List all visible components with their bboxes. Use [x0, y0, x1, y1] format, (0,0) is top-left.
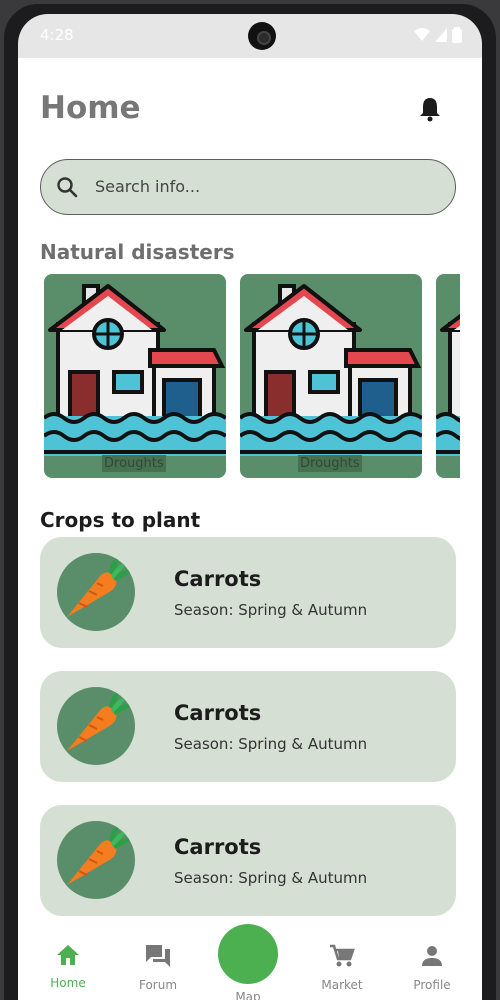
home-icon: [57, 945, 79, 965]
bell-icon[interactable]: [418, 96, 442, 122]
battery-icon: [452, 27, 462, 43]
crop-season: Season: Spring & Autumn: [174, 601, 368, 619]
flood-house-image: [44, 278, 226, 460]
crop-name: Carrots: [174, 835, 262, 859]
map-button[interactable]: [218, 924, 278, 984]
flood-house-image: [240, 278, 422, 460]
search-input[interactable]: Search info...: [95, 177, 200, 196]
disaster-carousel[interactable]: Droughts Droughts: [40, 274, 460, 478]
nav-item-home[interactable]: Home: [38, 944, 98, 990]
search-bar[interactable]: Search info...: [40, 159, 456, 215]
crop-card[interactable]: Carrots Season: Spring & Autumn: [40, 537, 456, 648]
carrot-icon: [57, 821, 135, 899]
nav-label: Market: [321, 978, 363, 992]
disaster-label: Droughts: [298, 455, 362, 472]
camera-cutout: [248, 22, 276, 50]
crop-season: Season: Spring & Autumn: [174, 735, 368, 753]
crop-card[interactable]: Carrots Season: Spring & Autumn: [40, 805, 456, 916]
status-time: 4:28: [40, 26, 74, 44]
cart-icon: [330, 944, 355, 967]
crop-name: Carrots: [174, 701, 262, 725]
section-title-crops: Crops to plant: [40, 508, 201, 532]
page-title: Home: [40, 90, 141, 126]
person-icon: [422, 946, 442, 966]
section-title-natural-disasters: Natural disasters: [40, 240, 235, 264]
nav-label: Forum: [138, 978, 178, 992]
nav-item-profile[interactable]: Profile: [402, 944, 462, 992]
carrot-icon: [57, 553, 135, 631]
flood-house-image: [436, 278, 460, 460]
disaster-label: Droughts: [102, 455, 166, 472]
search-icon: [57, 177, 78, 198]
status-icons: [414, 27, 462, 43]
nav-label: Home: [50, 976, 86, 990]
bottom-nav: Home Forum Map Market Profile: [18, 924, 482, 1000]
crop-name: Carrots: [174, 567, 262, 591]
disaster-card[interactable]: Droughts: [44, 274, 226, 478]
nav-label: Profile: [413, 978, 451, 992]
crop-season: Season: Spring & Autumn: [174, 869, 368, 887]
nav-item-market[interactable]: Market: [312, 944, 372, 992]
status-bar: 4:28: [18, 14, 482, 58]
forum-icon: [146, 945, 170, 967]
wifi-icon: [414, 28, 430, 41]
disaster-card-partial[interactable]: [436, 274, 460, 478]
nav-item-forum[interactable]: Forum: [128, 944, 188, 992]
carrot-icon: [57, 687, 135, 765]
phone-frame: 4:28 Home Search info... Natural disaste…: [4, 4, 496, 1000]
app-screen: Home Search info... Natural disasters Dr…: [18, 58, 482, 1000]
disaster-card[interactable]: Droughts: [240, 274, 422, 478]
nav-label: Map: [235, 990, 261, 1000]
crop-card[interactable]: Carrots Season: Spring & Autumn: [40, 671, 456, 782]
signal-icon: [435, 28, 447, 42]
